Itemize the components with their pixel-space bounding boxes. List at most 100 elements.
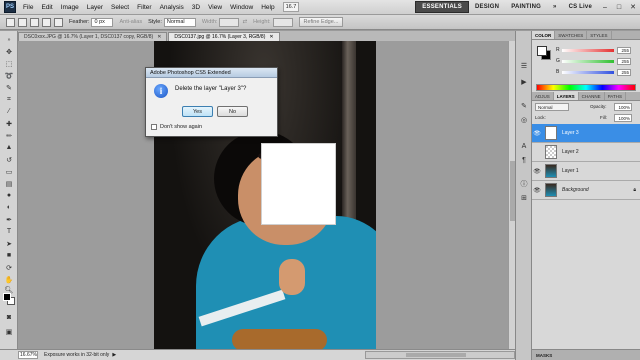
style-select[interactable]: Normal	[163, 17, 196, 27]
close-icon[interactable]: ✕	[157, 34, 161, 40]
marquee-preset-icon[interactable]	[6, 17, 15, 27]
swap-icon[interactable]: ⇄	[242, 19, 247, 25]
history-panel-icon[interactable]: ☰	[519, 61, 529, 71]
menu-3d[interactable]: 3D	[188, 0, 204, 15]
minimize-button[interactable]: –	[598, 1, 612, 13]
workspace-more-button[interactable]: »	[547, 1, 563, 13]
opacity-input[interactable]: 100%	[614, 103, 632, 111]
paragraph-panel-icon[interactable]: ¶	[519, 155, 529, 165]
quick-select-tool-icon[interactable]: ✎	[4, 83, 14, 92]
intersect-selection-icon[interactable]	[54, 17, 63, 27]
clone-source-icon[interactable]: ◎	[519, 115, 529, 125]
tab-color[interactable]: COLOR	[532, 31, 556, 39]
zoom-input[interactable]: 16.67%	[18, 351, 38, 359]
red-value-input[interactable]: 255	[617, 46, 631, 54]
status-message[interactable]: Exposure works in 32-bit only	[44, 352, 109, 358]
eraser-tool-icon[interactable]: ▭	[4, 167, 14, 176]
workspace-essentials-button[interactable]: ESSENTIALS	[415, 1, 469, 13]
layer-row-layer-2[interactable]: Layer 2	[532, 143, 640, 162]
close-window-button[interactable]: ✕	[626, 1, 640, 13]
info-panel-icon[interactable]: ⓘ	[519, 179, 529, 189]
menu-window[interactable]: Window	[226, 0, 257, 15]
blur-tool-icon[interactable]: ●	[4, 191, 14, 200]
subtract-selection-icon[interactable]	[42, 17, 51, 27]
navigator-panel-icon[interactable]: ⊞	[519, 193, 529, 203]
no-button[interactable]: No	[217, 106, 248, 117]
tab-document-1[interactable]: DSC0xxx.JPG @ 16.7% (Layer 1, DSC0137 co…	[18, 32, 168, 41]
menu-view[interactable]: View	[204, 0, 226, 15]
color-spectrum-ramp[interactable]	[536, 84, 636, 91]
eyedropper-tool-icon[interactable]: ⁄	[4, 107, 14, 116]
healing-tool-icon[interactable]: ✚	[4, 119, 14, 128]
tab-styles[interactable]: STYLES	[587, 31, 612, 39]
height-input[interactable]	[272, 17, 293, 27]
menu-filter[interactable]: Filter	[133, 0, 155, 15]
3d-rotate-tool-icon[interactable]: ⟳	[4, 263, 14, 272]
crop-tool-icon[interactable]: ⌗	[4, 95, 14, 104]
red-slider[interactable]	[562, 48, 614, 52]
blend-mode-select[interactable]: Normal	[535, 103, 569, 111]
tab-channels[interactable]: CHANNE	[579, 92, 605, 100]
new-selection-icon[interactable]	[18, 17, 27, 27]
marquee-tool-icon[interactable]: ⬚	[4, 59, 14, 68]
workspace-painting-button[interactable]: PAINTING	[505, 1, 547, 13]
tab-swatches[interactable]: SWATCHES	[555, 31, 588, 39]
color-foreground-swatch[interactable]	[537, 46, 547, 56]
refine-edge-button[interactable]: Refine Edge...	[298, 17, 344, 27]
tab-layers[interactable]: LAYERS	[553, 92, 579, 100]
yes-button[interactable]: Yes	[182, 106, 213, 117]
layer-3-white-rectangle[interactable]	[261, 143, 336, 225]
character-panel-icon[interactable]: A	[519, 141, 529, 151]
zoom-level-select[interactable]: 16.7	[282, 2, 300, 12]
history-brush-tool-icon[interactable]: ↺	[4, 155, 14, 164]
stamp-tool-icon[interactable]: ▲	[4, 143, 14, 152]
menu-select[interactable]: Select	[107, 0, 133, 15]
gradient-tool-icon[interactable]: ▤	[4, 179, 14, 188]
menu-analysis[interactable]: Analysis	[156, 0, 188, 15]
menu-file[interactable]: File	[19, 0, 37, 15]
workspace-design-button[interactable]: DESIGN	[469, 1, 505, 13]
layer-row-background[interactable]: 👁︎ Background 🔒︎	[532, 181, 640, 200]
path-select-tool-icon[interactable]: ➤	[4, 239, 14, 248]
collapse-icon[interactable]: »	[4, 35, 14, 44]
cs-live-button[interactable]: CS Live	[563, 1, 598, 13]
menu-image[interactable]: Image	[57, 0, 83, 15]
hand-tool-icon[interactable]: ✋	[4, 275, 14, 284]
lasso-tool-icon[interactable]: ➰	[4, 71, 14, 80]
green-value-input[interactable]: 255	[617, 57, 631, 65]
blue-value-input[interactable]: 255	[617, 68, 631, 76]
horizontal-scrollbar[interactable]	[365, 351, 515, 359]
move-tool-icon[interactable]: ✥	[4, 47, 14, 56]
visibility-eye-icon[interactable]: 👁︎	[532, 130, 542, 137]
dodge-tool-icon[interactable]: ◐	[4, 203, 14, 212]
dialog-title[interactable]: Adobe Photoshop CS5 Extended	[146, 68, 277, 78]
screen-mode-icon[interactable]: ▣	[4, 327, 14, 336]
fill-input[interactable]: 100%	[614, 114, 632, 122]
type-tool-icon[interactable]: T	[4, 227, 14, 236]
blue-slider[interactable]	[562, 70, 614, 74]
dont-show-again-checkbox[interactable]: Don't show again	[151, 124, 202, 130]
shape-tool-icon[interactable]: ■	[4, 251, 14, 260]
menu-layer[interactable]: Layer	[83, 0, 107, 15]
tab-paths[interactable]: PATHS	[605, 92, 626, 100]
feather-input[interactable]: 0 px	[91, 17, 114, 27]
menu-edit[interactable]: Edit	[37, 0, 56, 15]
close-icon[interactable]: ✕	[269, 34, 273, 40]
menu-help[interactable]: Help	[257, 0, 278, 15]
add-selection-icon[interactable]	[30, 17, 39, 27]
green-slider[interactable]	[562, 59, 614, 63]
tab-adjustments[interactable]: ADJUS	[532, 92, 554, 100]
visibility-eye-icon[interactable]: 👁︎	[532, 168, 542, 175]
width-input[interactable]	[219, 17, 240, 27]
actions-panel-icon[interactable]: ▶	[519, 77, 529, 87]
layer-row-layer-3[interactable]: 👁︎ Layer 3	[532, 124, 640, 143]
brush-panel-icon[interactable]: ✎	[519, 101, 529, 111]
tab-masks[interactable]: MASKS	[532, 349, 640, 360]
scrollbar-thumb[interactable]	[406, 353, 466, 357]
brush-tool-icon[interactable]: ✏	[4, 131, 14, 140]
maximize-button[interactable]: □	[612, 1, 626, 13]
checkbox-box[interactable]	[151, 124, 157, 130]
status-arrow-icon[interactable]: ▶	[112, 352, 116, 358]
tab-document-2[interactable]: DSC0137.jpg @ 16.7% (Layer 3, RGB/8) ✕	[168, 32, 280, 41]
visibility-eye-icon[interactable]: 👁︎	[532, 187, 542, 194]
